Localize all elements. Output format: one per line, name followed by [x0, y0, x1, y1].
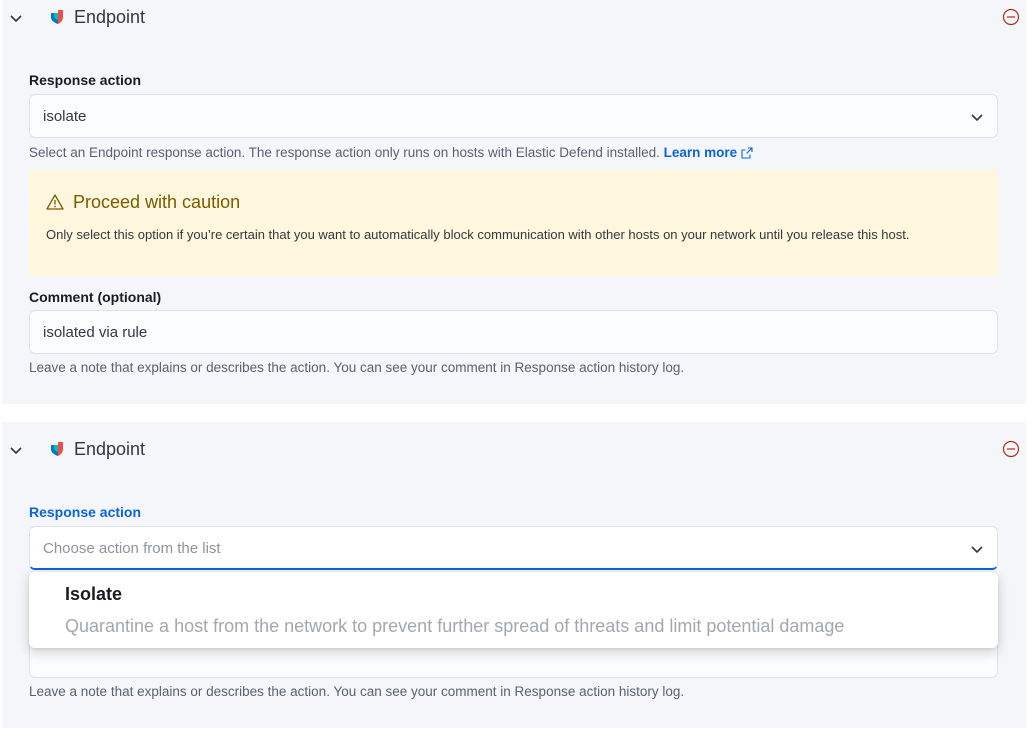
caution-callout: Proceed with caution Only select this op… — [29, 170, 998, 276]
external-link-icon — [741, 147, 753, 159]
panel-header: Endpoint — [2, 0, 1026, 36]
comment-input[interactable]: isolated via rule — [29, 310, 998, 354]
response-action-help: Select an Endpoint response action. The … — [29, 145, 753, 160]
callout-title: Proceed with caution — [73, 192, 241, 212]
chevron-down-icon — [971, 114, 983, 122]
response-action-label: Response action — [29, 504, 142, 520]
comment-help: Leave a note that explains or describes … — [29, 684, 685, 699]
comment-help: Leave a note that explains or describes … — [29, 360, 685, 375]
response-action-select[interactable]: isolate — [29, 94, 998, 138]
remove-circle-icon[interactable] — [1002, 440, 1020, 458]
dropdown-option-isolate[interactable]: Isolate Quarantine a host from the netwo… — [29, 572, 998, 648]
comment-value: isolated via rule — [43, 324, 148, 341]
remove-circle-icon[interactable] — [1002, 8, 1020, 26]
warning-icon — [46, 194, 64, 210]
comment-label: Comment (optional) — [29, 289, 162, 305]
panel-header: Endpoint — [2, 432, 1026, 468]
learn-more-link[interactable]: Learn more — [664, 145, 754, 160]
endpoint-logo-icon — [51, 442, 63, 456]
response-action-dropdown: Isolate Quarantine a host from the netwo… — [29, 572, 998, 648]
option-description: Quarantine a host from the network to pr… — [65, 616, 845, 636]
endpoint-action-panel-1: Endpoint Response action isolate Select … — [2, 0, 1026, 404]
response-action-value: isolate — [43, 108, 87, 125]
endpoint-logo-icon — [51, 10, 63, 24]
chevron-down-icon — [971, 546, 983, 554]
option-title: Isolate — [65, 584, 123, 604]
panel-title: Endpoint — [74, 439, 146, 459]
response-action-placeholder: Choose action from the list — [43, 540, 221, 557]
panel-title: Endpoint — [74, 7, 146, 27]
chevron-down-icon[interactable] — [8, 10, 24, 26]
chevron-down-icon[interactable] — [8, 442, 24, 458]
callout-body: Only select this option if you’re certai… — [46, 227, 910, 242]
response-action-label: Response action — [29, 72, 142, 88]
response-action-select[interactable]: Choose action from the list — [29, 526, 998, 570]
